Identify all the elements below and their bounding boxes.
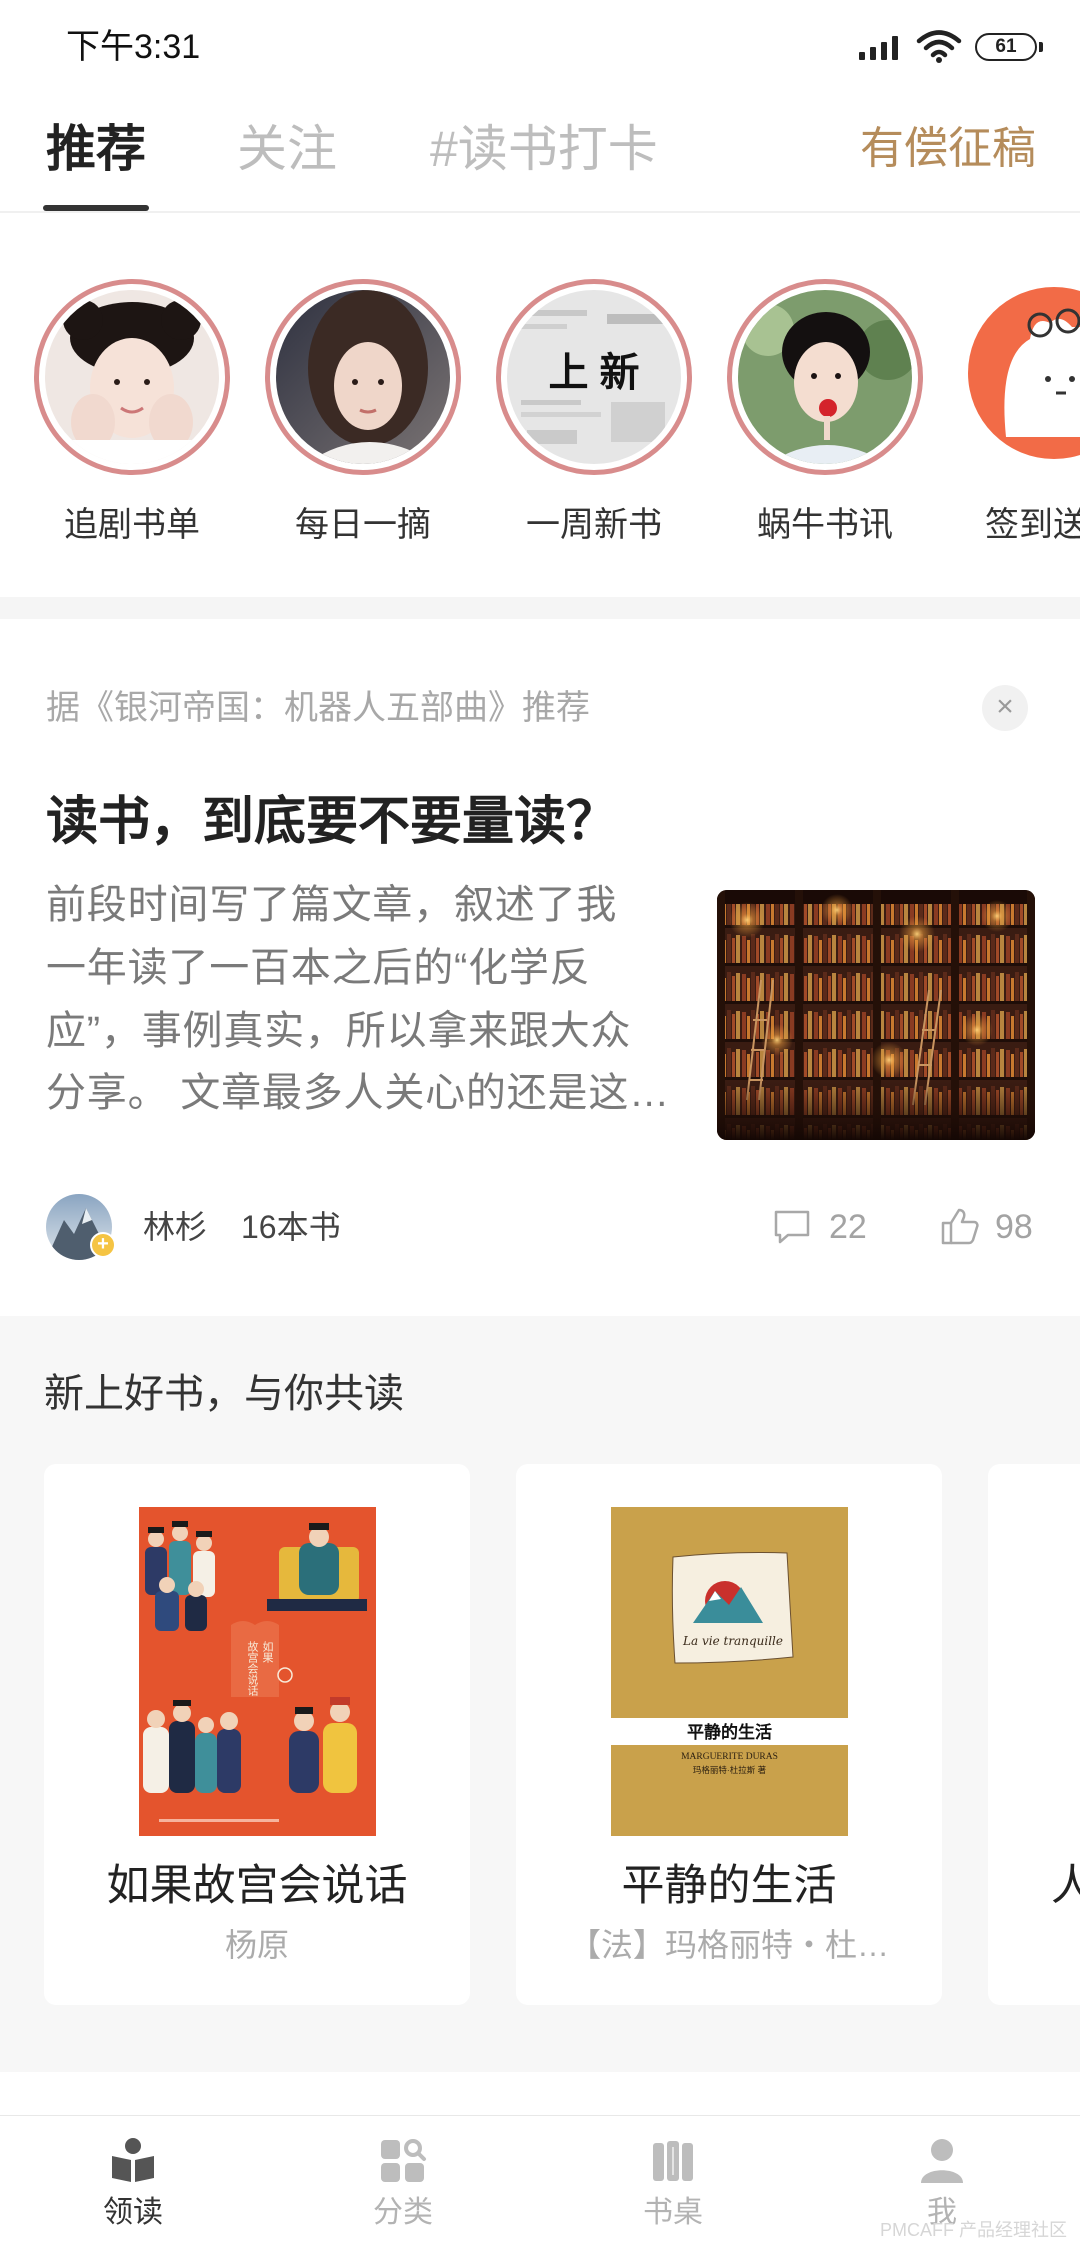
story-checkin-gift[interactable] bbox=[968, 287, 1080, 459]
book-card[interactable]: La vie tranquille 平静的生活 MARGUERITE DURAS… bbox=[516, 1464, 942, 2005]
story-label: 每日一摘 bbox=[295, 506, 431, 544]
section-title: 新上好书，与你共读 bbox=[44, 1372, 404, 1416]
battery-level: 61 bbox=[995, 36, 1017, 57]
article-excerpt-line: 应”，事例真实，所以拿来跟大众 bbox=[46, 1009, 632, 1053]
nav-item-guided-reading[interactable]: 领读 bbox=[63, 2125, 203, 2235]
bottom-nav-border bbox=[0, 2115, 1080, 2116]
cover-title: 平静的生活 bbox=[687, 1722, 772, 1742]
cover-title-line: 故宫会说话 bbox=[246, 1640, 259, 1697]
book-reading-icon bbox=[112, 2138, 154, 2182]
story-snail-book-news[interactable] bbox=[727, 279, 923, 475]
comment-count: 22 bbox=[829, 1208, 867, 1246]
story-daily-excerpt[interactable] bbox=[265, 279, 461, 475]
nav-label: 领读 bbox=[103, 2196, 163, 2229]
tab-divider bbox=[0, 211, 1080, 213]
book-title[interactable]: 人 bbox=[1051, 1858, 1080, 1914]
story-photo bbox=[276, 290, 450, 464]
cover-author-en: MARGUERITE DURAS bbox=[681, 1752, 778, 1762]
nav-item-bookshelf[interactable]: 书桌 bbox=[603, 2125, 743, 2235]
author-verified-badge: + bbox=[90, 1232, 116, 1258]
story-photo: 上 新 bbox=[507, 290, 681, 464]
signal-icon bbox=[859, 36, 898, 60]
story-label: 蜗牛书讯 bbox=[757, 506, 893, 544]
category-search-icon bbox=[381, 2139, 426, 2182]
bookshelf-image bbox=[717, 890, 1035, 1140]
nav-item-category[interactable]: 分类 bbox=[333, 2125, 473, 2235]
book-cover: La vie tranquille 平静的生活 MARGUERITE DURAS… bbox=[611, 1507, 848, 1836]
battery-nub bbox=[1039, 42, 1043, 52]
story-photo bbox=[45, 290, 219, 464]
nav-label: 书桌 bbox=[643, 2196, 703, 2229]
book-card[interactable]: 人 bbox=[988, 1464, 1080, 2005]
cover-title-line: 如果 bbox=[261, 1640, 274, 1664]
article-excerpt-line: 一年读了一百本之后的“化学反 bbox=[46, 946, 591, 990]
book-title[interactable]: 如果故宫会说话 bbox=[44, 1858, 470, 1914]
battery-icon: 61 bbox=[975, 33, 1037, 61]
tab-follow[interactable]: 关注 bbox=[237, 119, 337, 179]
story-portrait-image bbox=[738, 290, 912, 464]
article-thumbnail[interactable] bbox=[717, 890, 1035, 1140]
book-author: 【法】玛格丽特・杜… bbox=[568, 1927, 889, 1963]
paid-submission-link[interactable]: 有偿征稿 bbox=[860, 122, 1036, 176]
status-time: 下午3:31 bbox=[66, 28, 201, 66]
story-label: 签到送 bbox=[985, 506, 1080, 544]
story-photo bbox=[738, 290, 912, 464]
comment-icon[interactable] bbox=[772, 1208, 812, 1246]
book-cover: 如果 故宫会说话 bbox=[139, 1507, 376, 1836]
book-title[interactable]: 平静的生活 bbox=[516, 1858, 942, 1914]
article-title[interactable]: 读书，到底要不要量读？ bbox=[46, 792, 618, 852]
story-portrait-image bbox=[276, 290, 450, 464]
author-name[interactable]: 林杉 bbox=[143, 1206, 207, 1248]
story-portrait-image bbox=[45, 290, 219, 464]
story-label: 一周新书 bbox=[526, 506, 662, 544]
story-weekly-new-books[interactable]: 上 新 bbox=[496, 279, 692, 475]
tab-reading-checkin[interactable]: #读书打卡 bbox=[430, 119, 658, 179]
book-card[interactable]: 如果 故宫会说话 如果故宫会说话 杨原 bbox=[44, 1464, 470, 2005]
recommend-source: 据《银河帝国：机器人五部曲》推荐 bbox=[46, 689, 590, 727]
like-count: 98 bbox=[995, 1208, 1033, 1246]
story-image-text: 上 新 bbox=[548, 351, 639, 395]
cover-script-text: La vie tranquille bbox=[682, 1634, 783, 1648]
close-button[interactable]: × bbox=[982, 685, 1028, 731]
bookshelf-icon bbox=[653, 2141, 693, 2181]
wifi-icon bbox=[916, 30, 962, 63]
section-separator bbox=[0, 597, 1080, 619]
author-book-count: 16本书 bbox=[241, 1209, 341, 1245]
story-drama-booklist[interactable] bbox=[34, 279, 230, 475]
tab-recommend[interactable]: 推荐 bbox=[46, 119, 146, 179]
article-excerpt-line: 分享。 文章最多人关心的还是这… bbox=[46, 1071, 670, 1115]
article-excerpt-line: 前段时间写了篇文章，叙述了我 bbox=[46, 883, 618, 927]
watermark: PMCAFF 产品经理社区 bbox=[880, 2220, 1067, 2240]
nav-label: 分类 bbox=[373, 2196, 433, 2229]
book-author: 杨原 bbox=[224, 1927, 289, 1963]
cover-author-cn: 玛格丽特·杜拉斯 著 bbox=[693, 1765, 767, 1775]
person-icon bbox=[921, 2139, 963, 2183]
like-icon[interactable] bbox=[940, 1206, 980, 1246]
story-label: 追剧书单 bbox=[64, 506, 200, 544]
newspaper-image: 上 新 bbox=[507, 290, 681, 464]
